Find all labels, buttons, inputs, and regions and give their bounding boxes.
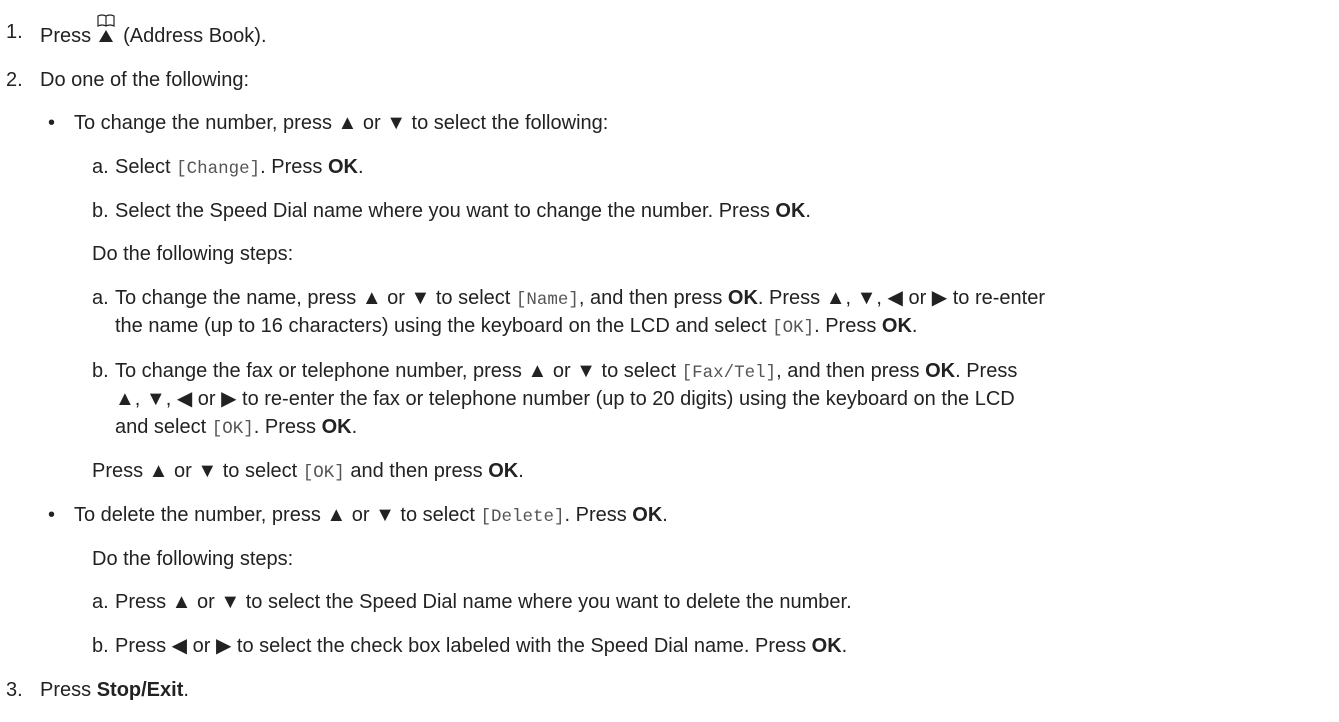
text: Press ▲ or ▼ to select [92, 460, 298, 482]
text: . [183, 679, 189, 701]
key-label: OK [727, 287, 758, 309]
step-3-number: 3. [6, 679, 23, 701]
step-2-text: Do one of the following: [40, 69, 250, 91]
substep-marker: a. [92, 156, 109, 178]
text: the name (up to 16 characters) using the… [115, 315, 767, 337]
change-fax-line-2: ▲, ▼, ◀ or ▶ to re-enter the fax or tele… [115, 388, 1015, 410]
text: . [518, 460, 524, 482]
text: Select [115, 156, 171, 178]
bullet-1-final: Press ▲ or ▼ to select [OK] and then pre… [92, 459, 524, 485]
menu-option-code: [OK] [302, 463, 345, 483]
text: and then press [350, 460, 483, 482]
menu-option-code: [Change] [176, 159, 261, 179]
step-2-number: 2. [6, 69, 23, 91]
substep-marker: b. [92, 635, 109, 657]
text: . [841, 635, 848, 657]
text: . Press [955, 360, 1018, 382]
text: . [805, 200, 811, 222]
text: . Press [253, 416, 316, 438]
text: , and then press [776, 360, 920, 382]
bullet-1-substep-b: Select the Speed Dial name where you wan… [115, 199, 811, 223]
key-label: OK [925, 360, 956, 382]
text: To delete the number, press ▲ or ▼ to se… [74, 504, 475, 526]
text: To change the fax or telephone number, p… [115, 360, 677, 382]
bullet-1-substep-a: Select [Change]. Press OK. [115, 155, 364, 181]
text: To change the name, press ▲ or ▼ to sele… [115, 287, 511, 309]
key-label: OK [811, 635, 842, 657]
step-3-text: Press Stop/Exit. [40, 678, 189, 702]
step-1-text: Press (Address Book). [40, 14, 267, 48]
key-label: Stop/Exit [96, 679, 184, 701]
step-1-pre: Press [40, 25, 92, 47]
menu-option-code: [Delete] [480, 507, 565, 527]
key-label: OK [775, 200, 806, 222]
text: . Press [814, 315, 877, 337]
text: . [662, 504, 668, 526]
text: . [351, 416, 358, 438]
text: , and then press [578, 287, 723, 309]
change-fax-line-3: and select [OK]. Press OK. [115, 415, 357, 441]
key-label: OK [881, 315, 912, 337]
text: . Press [564, 504, 627, 526]
substep-marker: a. [92, 591, 109, 613]
key-label: OK [321, 416, 352, 438]
text: Press [40, 679, 92, 701]
menu-option-code: [Fax/Tel] [681, 363, 777, 383]
substep-marker: b. [92, 200, 109, 222]
bullet-marker: • [48, 504, 56, 526]
substep-marker: b. [92, 360, 109, 382]
text: . [357, 156, 364, 178]
key-label: OK [488, 460, 519, 482]
key-label: OK [327, 156, 358, 178]
menu-option-code: [Name] [515, 290, 579, 310]
bullet-marker: • [48, 112, 56, 134]
text: Select the Speed Dial name where you wan… [115, 200, 770, 222]
bullet-2-substep-b: Press ◀ or ▶ to select the check box lab… [115, 634, 847, 658]
bullet-2-text: To delete the number, press ▲ or ▼ to se… [74, 503, 668, 529]
key-label: OK [632, 504, 663, 526]
menu-option-code: [OK] [211, 419, 254, 439]
substep-marker: a. [92, 287, 109, 309]
change-fax-line-1: To change the fax or telephone number, p… [115, 359, 1017, 385]
change-name-line-2: the name (up to 16 characters) using the… [115, 314, 917, 340]
text: Press ◀ or ▶ to select the check box lab… [115, 635, 807, 657]
address-book-icon [93, 14, 119, 48]
steps-label: Do the following steps: [92, 548, 294, 570]
steps-label: Do the following steps: [92, 243, 294, 265]
text: . Press ▲, ▼, ◀ or ▶ to re-enter [757, 287, 1046, 309]
text: . [911, 315, 918, 337]
change-name-line-1: To change the name, press ▲ or ▼ to sele… [115, 286, 1045, 312]
step-1-post: (Address Book). [123, 25, 267, 47]
step-1-number: 1. [6, 21, 23, 43]
menu-option-code: [OK] [772, 318, 815, 338]
bullet-2-substep-a: Press ▲ or ▼ to select the Speed Dial na… [115, 591, 852, 613]
bullet-1-text: To change the number, press ▲ or ▼ to se… [74, 112, 609, 134]
text: and select [115, 416, 207, 438]
text: . Press [260, 156, 323, 178]
